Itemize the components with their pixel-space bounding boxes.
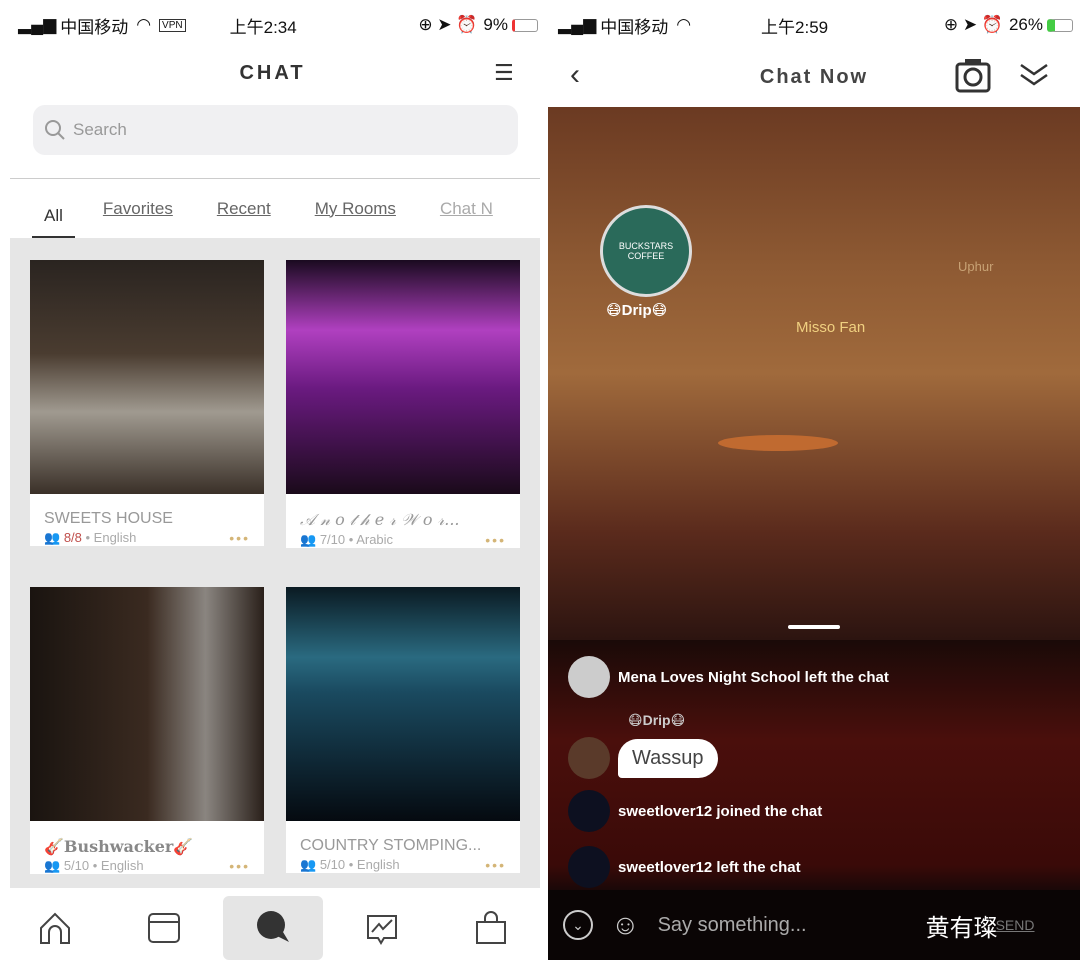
battery-level: 9% bbox=[483, 15, 508, 34]
alarm-icon: ⊕ ➤ ⏰ bbox=[943, 15, 1003, 34]
room-card[interactable]: 🎸Bushwacker🎸 👥 5/10 • English ••• bbox=[30, 587, 264, 874]
alarm-icon: ⊕ ➤ ⏰ bbox=[418, 15, 478, 34]
users-icon: 👥 bbox=[300, 532, 317, 547]
chat-room-screen: ▂▄▆ 中国移动 ◠ 上午2:59 ⊕ ➤ ⏰ 26% ‹ Chat Now B… bbox=[548, 0, 1080, 960]
avatar[interactable] bbox=[568, 846, 610, 888]
room-occupancy: 7/10 bbox=[319, 532, 346, 547]
room-card[interactable]: 𝒜 𝓃 𝑜 𝓉 𝒽 𝑒 𝓇 𝒲 𝑜 𝓇... 👥 7/10 • Arabic ••… bbox=[286, 260, 520, 548]
avatar[interactable] bbox=[568, 790, 610, 832]
filter-icon[interactable]: ☰ bbox=[494, 60, 514, 86]
chat-icon bbox=[256, 910, 289, 942]
tab-chat-now[interactable]: Chat N bbox=[440, 199, 493, 219]
collapse-icon[interactable] bbox=[1018, 62, 1050, 88]
chat-message: Wassup bbox=[568, 737, 718, 779]
room-thumbnail bbox=[30, 260, 264, 494]
users-icon: 👥 bbox=[300, 857, 317, 872]
feed-icon bbox=[147, 912, 180, 943]
nav-feed[interactable] bbox=[114, 896, 214, 960]
room-thumbnail bbox=[30, 587, 264, 821]
carrier: 中国移动 bbox=[600, 17, 669, 37]
chat-log: Mena Loves Night School left the chat 😷D… bbox=[548, 640, 1080, 890]
system-message: sweetlover12 left the chat bbox=[568, 846, 801, 888]
nav-chat[interactable] bbox=[222, 895, 323, 960]
battery-level: 26% bbox=[1008, 15, 1043, 34]
tab-bar: All Favorites Recent My Rooms Chat N bbox=[10, 178, 540, 239]
search-placeholder: Search bbox=[73, 120, 127, 139]
users-icon: 👥 bbox=[44, 530, 61, 545]
room-card[interactable]: COUNTRY STOMPING... 👥 5/10 • English ••• bbox=[286, 587, 520, 873]
status-bar: ▂▄▆ 中国移动 ◠ 上午2:59 ⊕ ➤ ⏰ 26% bbox=[558, 0, 1073, 50]
emoji-icon[interactable]: ☺ bbox=[611, 909, 640, 941]
watermark: 黄有璨 bbox=[925, 914, 998, 942]
shop-icon bbox=[475, 910, 506, 944]
users-icon: 👥 bbox=[44, 858, 61, 873]
nav-activity[interactable] bbox=[332, 896, 432, 960]
more-icon[interactable]: ••• bbox=[229, 858, 250, 874]
battery-icon bbox=[1047, 18, 1073, 32]
message-sender: 😷Drip😷 bbox=[628, 712, 686, 728]
battery-icon bbox=[512, 18, 538, 32]
nav-home[interactable] bbox=[5, 896, 105, 960]
3d-scene-view[interactable]: BUCKSTARS COFFEE 😷Drip😷 Misso Fan Uphur bbox=[548, 107, 1080, 640]
page-title: Chat Now bbox=[759, 66, 869, 88]
vpn-badge: VPN bbox=[159, 18, 186, 32]
coffee-sign: BUCKSTARS COFFEE bbox=[600, 205, 692, 297]
camera-icon[interactable] bbox=[954, 56, 992, 94]
more-icon[interactable]: ••• bbox=[229, 530, 250, 546]
status-bar: ▂▄▆ 中国移动 ◠ VPN 上午2:34 ⊕ ➤ ⏰ 9% bbox=[18, 0, 538, 50]
carrier: 中国移动 bbox=[60, 17, 129, 37]
signal-icon: ▂▄▆ bbox=[18, 15, 57, 34]
activity-icon bbox=[366, 914, 397, 945]
system-message: sweetlover12 joined the chat bbox=[568, 790, 822, 832]
room-thumbnail bbox=[286, 587, 520, 821]
wifi-icon: ◠ bbox=[136, 15, 152, 34]
expand-icon[interactable]: ⌄ bbox=[563, 910, 593, 940]
room-language: • English bbox=[348, 857, 400, 872]
time: 上午2:34 bbox=[229, 17, 297, 37]
room-name: 🎸Bushwacker🎸 bbox=[44, 837, 194, 856]
nav-shop[interactable] bbox=[441, 896, 541, 960]
room-occupancy: 5/10 bbox=[63, 858, 90, 873]
tab-all[interactable]: All bbox=[32, 194, 75, 239]
room-occupancy: 5/10 bbox=[319, 857, 346, 872]
room-language: • Arabic bbox=[348, 532, 394, 547]
system-message: Mena Loves Night School left the chat bbox=[568, 656, 889, 698]
avatar-label[interactable]: Misso Fan bbox=[796, 319, 865, 336]
room-thumbnail bbox=[286, 260, 520, 494]
search-icon bbox=[45, 120, 65, 140]
room-list-screen: ▂▄▆ 中国移动 ◠ VPN 上午2:34 ⊕ ➤ ⏰ 9% CHAT ☰ Se… bbox=[0, 0, 545, 967]
room-language: • English bbox=[92, 858, 144, 873]
room-name: COUNTRY STOMPING... bbox=[300, 837, 482, 854]
more-icon[interactable]: ••• bbox=[485, 857, 506, 873]
wifi-icon: ◠ bbox=[676, 15, 692, 34]
tab-recent[interactable]: Recent bbox=[217, 199, 271, 219]
tab-my-rooms[interactable]: My Rooms bbox=[315, 199, 396, 219]
avatar-label[interactable]: 😷Drip😷 bbox=[606, 301, 667, 319]
room-name: SWEETS HOUSE bbox=[44, 510, 173, 527]
avatar[interactable] bbox=[568, 656, 610, 698]
home-icon bbox=[39, 912, 70, 944]
room-grid: SWEETS HOUSE 👥 8/8 • English ••• 𝒜 𝓃 𝑜 𝓉 … bbox=[10, 238, 540, 888]
table bbox=[718, 435, 838, 451]
page-title: CHAT bbox=[239, 62, 306, 84]
bottom-nav bbox=[0, 888, 545, 967]
signal-icon: ▂▄▆ bbox=[558, 15, 597, 34]
drag-handle[interactable] bbox=[788, 625, 840, 629]
room-card[interactable]: SWEETS HOUSE 👥 8/8 • English ••• bbox=[30, 260, 264, 546]
avatar[interactable] bbox=[568, 737, 610, 779]
time: 上午2:59 bbox=[761, 17, 829, 37]
tab-favorites[interactable]: Favorites bbox=[103, 199, 173, 219]
search-input[interactable]: Search bbox=[33, 105, 518, 155]
room-language: • English bbox=[85, 530, 137, 545]
avatar-label[interactable]: Uphur bbox=[958, 259, 993, 274]
send-button[interactable]: SEND bbox=[996, 917, 1035, 933]
message-input-bar: ⌄ ☺ Say something... 黄有璨 SEND bbox=[548, 890, 1080, 960]
more-icon[interactable]: ••• bbox=[485, 532, 506, 548]
room-occupancy: 8/8 bbox=[63, 530, 82, 545]
room-name: 𝒜 𝓃 𝑜 𝓉 𝒽 𝑒 𝓇 𝒲 𝑜 𝓇... bbox=[300, 510, 460, 529]
message-input[interactable]: Say something... bbox=[658, 914, 888, 937]
